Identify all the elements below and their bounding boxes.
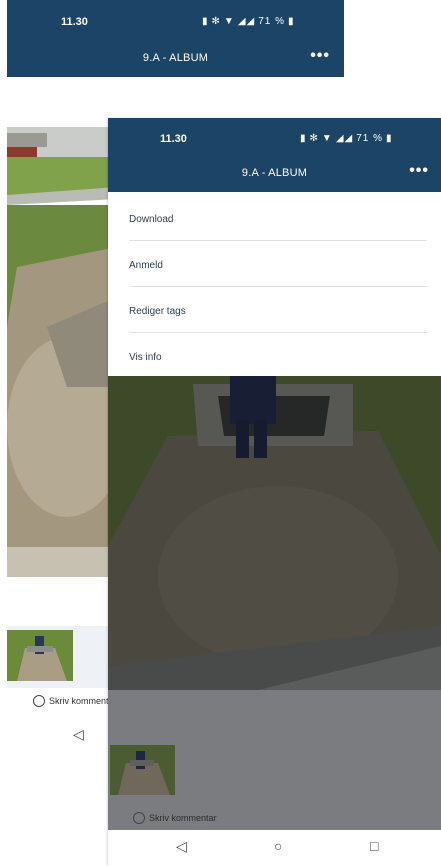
photo-image: [108, 376, 441, 690]
app-bar: 11.30 ▮ ✻ ▼ ◢◢ 71 % ▮ 9.A - ALBUM •••: [108, 118, 441, 192]
menu-item-show-info[interactable]: Vis info: [129, 352, 162, 363]
status-time: 11.30: [160, 133, 187, 145]
wifi-icon: ▼: [321, 133, 333, 144]
nav-recents-button[interactable]: □: [370, 838, 378, 854]
system-nav-bar: ◁ ○ □: [108, 830, 441, 866]
status-icons: ▮ ✻ ▼ ◢◢ 71 % ▮: [202, 16, 295, 27]
album-photo[interactable]: [7, 127, 117, 577]
more-horizontal-icon[interactable]: •••: [409, 162, 429, 180]
photo-thumbnail[interactable]: [7, 630, 73, 681]
vibrate-icon: ▮: [202, 16, 209, 27]
screenshot-stage: 11.30 ▮ ✻ ▼ ◢◢ 71 % ▮ 9.A - ALBUM ••• Sk…: [0, 0, 441, 866]
app-bar: 11.30 ▮ ✻ ▼ ◢◢ 71 % ▮ 9.A - ALBUM •••: [7, 0, 344, 77]
thumbnail-image: [7, 630, 73, 681]
wifi-icon: ▼: [223, 16, 235, 27]
front-phone-screen: 11.30 ▮ ✻ ▼ ◢◢ 71 % ▮ 9.A - ALBUM ••• Do…: [108, 118, 441, 866]
comment-icon: [133, 812, 145, 824]
signal-icon: ◢◢: [237, 16, 256, 27]
comment-field[interactable]: Skriv kommentar: [133, 812, 217, 824]
comment-icon: [33, 695, 45, 707]
menu-divider: [129, 240, 427, 241]
comment-placeholder: Skriv kommentar: [49, 696, 117, 706]
photo-image: [7, 127, 117, 577]
thumbnail-image: [110, 745, 175, 795]
more-horizontal-icon[interactable]: •••: [310, 47, 330, 65]
signal-icon: ◢◢: [335, 133, 354, 144]
vibrate-icon: ▮: [300, 133, 307, 144]
nav-back-button[interactable]: ◁: [176, 838, 187, 855]
battery-percent: 71 %: [258, 16, 285, 27]
nav-back-button[interactable]: ◁: [73, 726, 84, 743]
bluetooth-icon: ✻: [211, 16, 221, 27]
nav-home-button[interactable]: ○: [274, 838, 282, 854]
menu-item-edit-tags[interactable]: Rediger tags: [129, 306, 186, 317]
menu-divider: [129, 332, 427, 333]
menu-item-report[interactable]: Anmeld: [129, 260, 163, 271]
comment-field[interactable]: Skriv kommentar: [33, 695, 117, 707]
menu-item-download[interactable]: Download: [129, 214, 173, 225]
status-time: 11.30: [61, 16, 88, 28]
menu-divider: [129, 286, 427, 287]
overflow-menu: Download Anmeld Rediger tags Vis info: [108, 192, 441, 376]
album-title: 9.A - ALBUM: [142, 52, 209, 64]
album-photo[interactable]: [108, 376, 441, 690]
bluetooth-icon: ✻: [309, 133, 319, 144]
battery-icon: ▮: [386, 133, 393, 144]
album-title: 9.A - ALBUM: [241, 167, 308, 179]
status-icons: ▮ ✻ ▼ ◢◢ 71 % ▮: [300, 133, 393, 144]
battery-icon: ▮: [288, 16, 295, 27]
battery-percent: 71 %: [356, 133, 383, 144]
comment-placeholder: Skriv kommentar: [149, 813, 217, 823]
photo-thumbnail[interactable]: [110, 745, 175, 795]
